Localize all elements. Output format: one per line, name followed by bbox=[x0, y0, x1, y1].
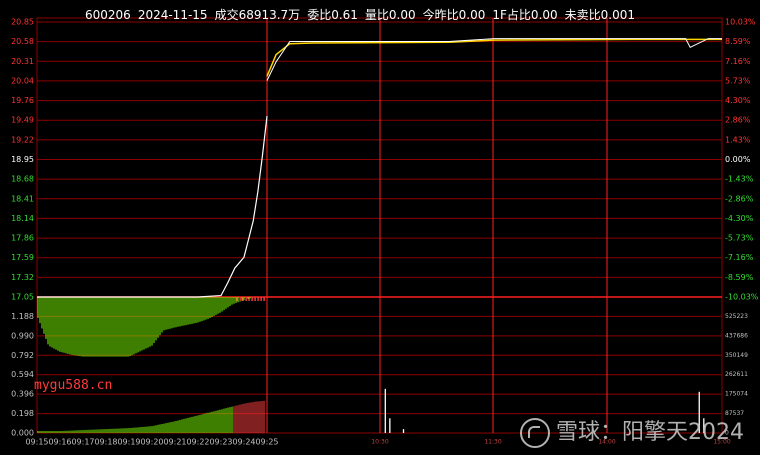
pct-tick-label: 2.86% bbox=[725, 116, 751, 125]
price-tick-label: 17.32 bbox=[11, 273, 34, 282]
average-price-line bbox=[266, 38, 722, 77]
price-tick-label: 20.04 bbox=[11, 76, 34, 85]
volume-right-tick-label: 350149 bbox=[725, 352, 748, 359]
volume-tick-label: 1.188 bbox=[11, 312, 34, 321]
turnover: 成交68913.7万 bbox=[214, 8, 301, 22]
time-tick-label: 11:30 bbox=[484, 439, 501, 446]
price-tick-label: 18.68 bbox=[11, 175, 34, 184]
session-price-line bbox=[266, 38, 722, 81]
volume-tick-label: 0.000 bbox=[11, 429, 34, 438]
pct-tick-label: -8.59% bbox=[725, 273, 754, 282]
volume-tick-label: 0.198 bbox=[11, 409, 34, 418]
pct-tick-label: 0.00% bbox=[725, 155, 751, 164]
auction-price-line bbox=[37, 116, 268, 298]
pct-tick-label: -7.16% bbox=[725, 253, 754, 262]
pct-tick-label: 5.73% bbox=[725, 76, 751, 85]
volume-tick-label: 0.990 bbox=[11, 331, 34, 340]
pct-tick-label: -1.43% bbox=[725, 175, 754, 184]
pct-tick-label: -4.30% bbox=[725, 214, 754, 223]
time-tick-label: 09:19 bbox=[117, 438, 140, 447]
pct-tick-label: 1.43% bbox=[725, 135, 751, 144]
price-tick-label: 17.59 bbox=[11, 253, 34, 262]
time-tick-label: 09:17 bbox=[71, 438, 94, 447]
first-share-ratio: 1F占比0.00 bbox=[492, 8, 558, 22]
today-yest-ratio: 今昨比0.00 bbox=[422, 8, 486, 22]
time-tick-label: 09:23 bbox=[209, 438, 232, 447]
volume-right-tick-label: 175074 bbox=[725, 391, 748, 398]
time-tick-label: 09:22 bbox=[186, 438, 209, 447]
time-tick-label: 09:20 bbox=[140, 438, 163, 447]
pct-tick-label: 4.30% bbox=[725, 96, 751, 105]
price-tick-label: 19.76 bbox=[11, 96, 34, 105]
trade-date: 2024-11-15 bbox=[137, 8, 208, 22]
price-tick-label: 20.58 bbox=[11, 37, 34, 46]
brand-watermark: 雪球：阳擎天2024 bbox=[520, 414, 744, 448]
volume-tick-label: 0.396 bbox=[11, 390, 34, 399]
time-tick-label: 10:30 bbox=[371, 439, 388, 446]
time-tick-label: 09:16 bbox=[48, 438, 71, 447]
site-watermark: mygu588.cn bbox=[34, 378, 113, 393]
volume-right-tick-label: 437686 bbox=[725, 332, 748, 339]
pct-tick-label: 10.03% bbox=[725, 18, 756, 27]
pct-tick-label: -2.86% bbox=[725, 194, 754, 203]
price-tick-label: 20.31 bbox=[11, 57, 34, 66]
price-tick-label: 18.95 bbox=[11, 155, 34, 164]
time-tick-label: 09:18 bbox=[94, 438, 117, 447]
unsold-ratio: 未卖比0.001 bbox=[564, 8, 636, 22]
time-tick-label: 09:15 bbox=[25, 438, 48, 447]
volume-tick-label: 0.594 bbox=[11, 370, 34, 379]
brand-watermark-text: 雪球：阳擎天2024 bbox=[556, 420, 744, 445]
volume-tick-label: 0.792 bbox=[11, 351, 34, 360]
price-tick-label: 20.85 bbox=[11, 18, 34, 27]
price-tick-label: 18.14 bbox=[11, 214, 34, 223]
pct-tick-label: -5.73% bbox=[725, 234, 754, 243]
snowball-logo-icon bbox=[520, 418, 550, 448]
time-tick-label: 09:24 bbox=[232, 438, 255, 447]
volume-right-tick-label: 262611 bbox=[725, 371, 748, 378]
time-tick-label: 09:25 bbox=[255, 438, 278, 447]
price-tick-label: 19.49 bbox=[11, 116, 34, 125]
time-tick-label: 09:21 bbox=[163, 438, 186, 447]
pct-tick-label: -10.03% bbox=[725, 293, 759, 302]
intraday-chart: 20.85 10.03% 20.58 8.59% 20.31 7.16% 20.04 5.73… bbox=[11, 17, 759, 447]
price-tick-label: 18.41 bbox=[11, 194, 34, 203]
price-tick-label: 17.86 bbox=[11, 234, 34, 243]
volume-right-tick-label: 525223 bbox=[725, 313, 748, 320]
pct-tick-label: 7.16% bbox=[725, 57, 751, 66]
price-tick-label: 17.05 bbox=[11, 293, 34, 302]
chart-header: 600206 2024-11-15 成交68913.7万 委比0.61 量比0.00 今昨… bbox=[85, 6, 642, 23]
price-tick-label: 19.22 bbox=[11, 135, 34, 144]
pct-tick-label: 8.59% bbox=[725, 37, 751, 46]
stock-code: 600206 bbox=[85, 8, 131, 22]
order-ratio: 委比0.61 bbox=[307, 8, 358, 22]
volume-ratio: 量比0.00 bbox=[364, 8, 416, 22]
